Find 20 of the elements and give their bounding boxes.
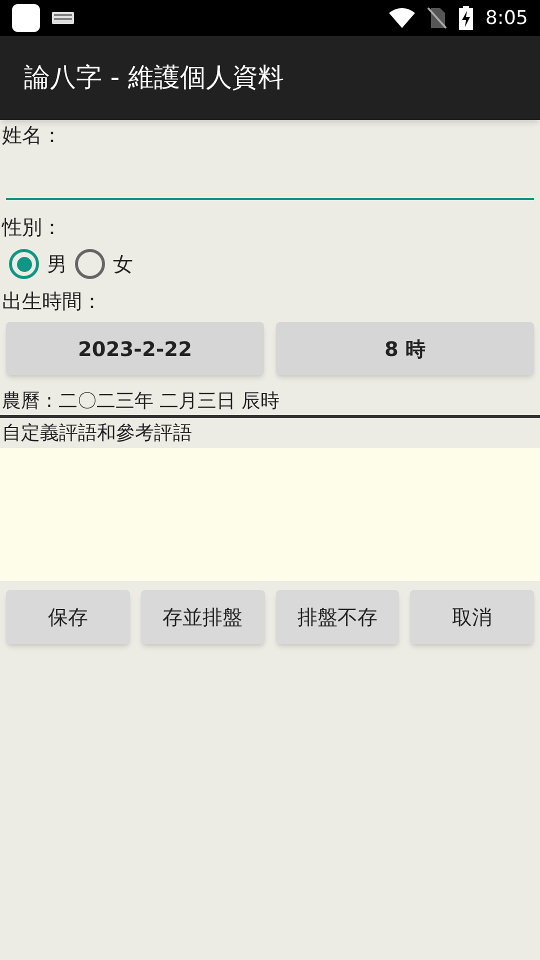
no-sim-icon bbox=[427, 7, 448, 29]
action-button[interactable]: 保存 bbox=[6, 590, 130, 644]
battery-charging-icon bbox=[459, 6, 474, 30]
radio-option[interactable]: 女 bbox=[75, 249, 133, 279]
action-button[interactable]: 排盤不存 bbox=[276, 590, 400, 644]
field-label: 姓名： bbox=[1, 122, 63, 149]
app-icon bbox=[12, 4, 40, 32]
radio-option[interactable]: 男 bbox=[9, 249, 67, 279]
field-label: 性別： bbox=[0, 214, 63, 241]
wifi-icon bbox=[389, 8, 416, 28]
lunar-date: 農曆 : 二〇二三年 二月三日 辰時 bbox=[1, 389, 281, 414]
date-button[interactable]: 2023-2-22 bbox=[6, 322, 264, 375]
keyboard-icon bbox=[52, 12, 74, 24]
action-button[interactable]: 存並排盤 bbox=[140, 590, 264, 644]
hour-button[interactable]: 8 時 bbox=[276, 322, 534, 375]
comments-label: 自定義評語和參考評語 bbox=[1, 421, 193, 446]
app-title: 論八字 - 維護個人資料 bbox=[24, 62, 284, 94]
action-button[interactable]: 取消 bbox=[410, 590, 534, 644]
field-label: 出生時間： bbox=[1, 288, 103, 315]
status-time: 8:05 bbox=[485, 6, 528, 31]
